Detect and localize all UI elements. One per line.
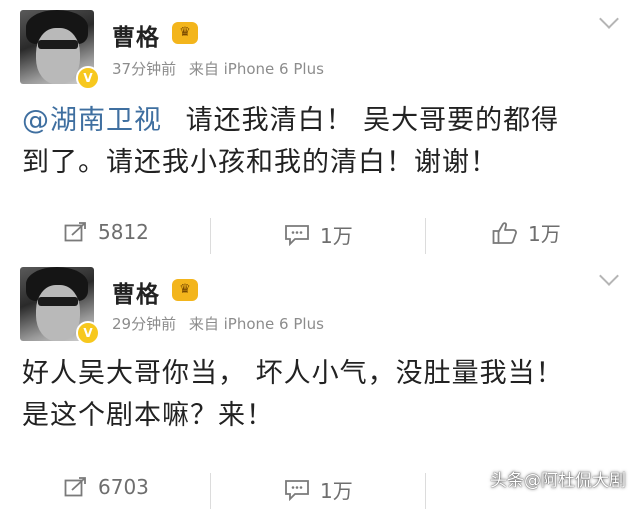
watermark: 头条@阿杜侃大剧 (490, 471, 626, 491)
post-meta: 29分钟前 来自 iPhone 6 Plus (112, 313, 324, 334)
repost-button[interactable]: 6703 (64, 475, 149, 499)
post-body: 好人吴大哥你当， 坏人小气，没肚量我当！ 是这个剧本嘛？来！ (22, 353, 564, 437)
mention-link[interactable]: @湖南卫视 (22, 105, 162, 136)
divider (425, 218, 426, 254)
post-meta: 37分钟前 来自 iPhone 6 Plus (112, 58, 324, 79)
username[interactable]: 曹格 (112, 18, 160, 52)
comment-button[interactable]: 1万 (284, 475, 353, 504)
verified-badge-icon: V (76, 321, 100, 345)
repost-count: 6703 (98, 475, 149, 499)
crown-icon: ♛ (172, 279, 198, 301)
post-text-line: 好人吴大哥你当， 坏人小气，没肚量我当！ (22, 358, 564, 389)
divider (210, 218, 211, 254)
post-source[interactable]: 来自 iPhone 6 Plus (189, 60, 324, 78)
repost-button[interactable]: 5812 (64, 220, 149, 244)
post-time: 29分钟前 (112, 315, 177, 333)
chevron-down-icon[interactable] (599, 9, 619, 29)
username[interactable]: 曹格 (112, 275, 160, 309)
post-source[interactable]: 来自 iPhone 6 Plus (189, 315, 324, 333)
post-text-line: 到了。请还我小孩和我的清白！谢谢！ (22, 147, 498, 178)
share-icon (64, 477, 86, 497)
post-text-line: 请还我清白！ 吴大哥要的都得 (185, 105, 560, 136)
share-icon (64, 222, 86, 242)
weibo-post: V 曹格 ♛ 37分钟前 来自 iPhone 6 Plus @湖南卫视 请还我清… (0, 0, 640, 257)
thumbs-up-icon (492, 221, 517, 244)
comment-icon (285, 224, 309, 246)
divider (210, 473, 211, 509)
verified-badge-icon: V (76, 66, 100, 90)
comment-button[interactable]: 1万 (284, 220, 353, 249)
comment-icon (285, 479, 309, 501)
comment-count: 1万 (320, 479, 353, 503)
post-body: @湖南卫视 请还我清白！ 吴大哥要的都得 到了。请还我小孩和我的清白！谢谢！ (22, 100, 559, 184)
like-count: 1万 (528, 222, 561, 246)
chevron-down-icon[interactable] (599, 266, 619, 286)
repost-count: 5812 (98, 220, 149, 244)
post-text-line: 是这个剧本嘛？来！ (22, 400, 274, 431)
comment-count: 1万 (320, 224, 353, 248)
like-button[interactable]: 1万 (492, 218, 561, 247)
divider (425, 473, 426, 509)
crown-icon: ♛ (172, 22, 198, 44)
post-time: 37分钟前 (112, 60, 177, 78)
